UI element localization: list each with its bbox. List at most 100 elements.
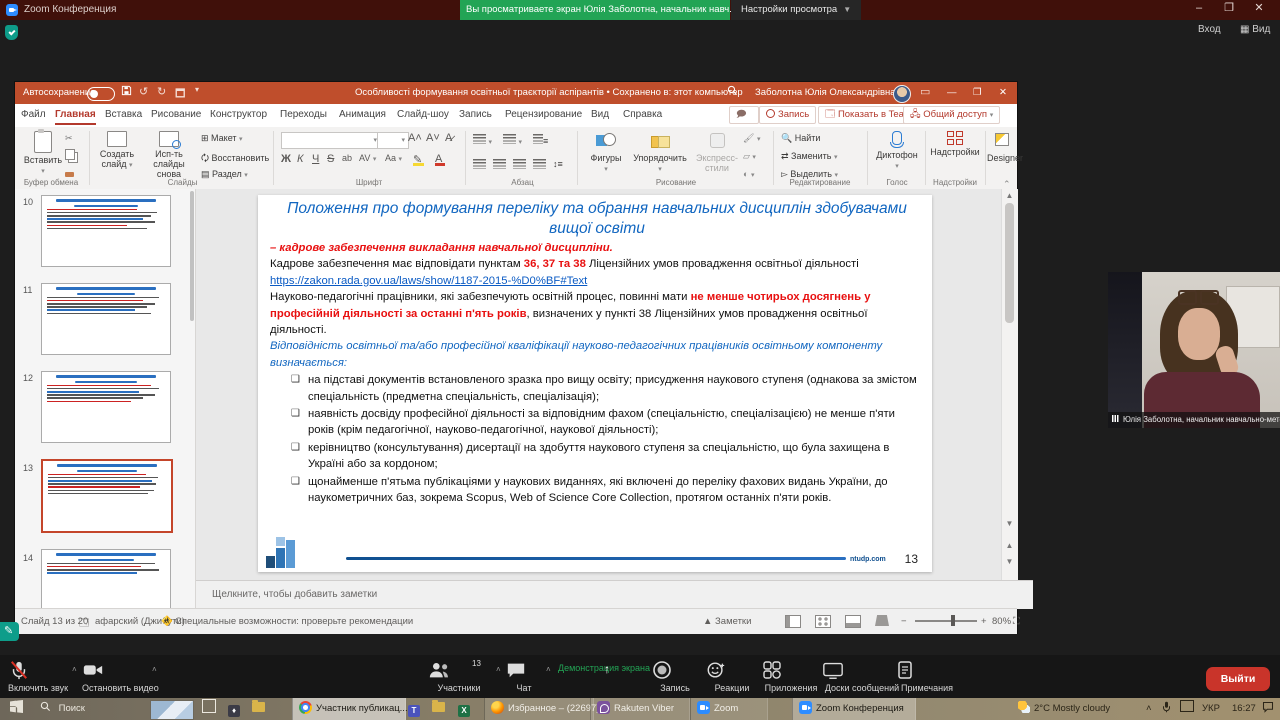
quick-access-more-icon[interactable]: ▾ bbox=[195, 85, 199, 94]
dictate-button[interactable]: Диктофон▾ bbox=[873, 131, 921, 170]
tab-design[interactable]: Конструктор bbox=[210, 109, 267, 120]
chat-button[interactable]: Чат bbox=[506, 660, 542, 693]
font-name-select[interactable]: ▾ bbox=[281, 132, 381, 149]
clear-format-button[interactable]: A̷ bbox=[445, 132, 452, 144]
highlight-button[interactable]: ✎ bbox=[413, 153, 424, 166]
task-view-button[interactable] bbox=[202, 698, 216, 720]
reading-view-button[interactable] bbox=[845, 615, 861, 628]
change-case-button[interactable]: Aa ▾ bbox=[385, 153, 402, 163]
find-button[interactable]: 🔍 Найти bbox=[781, 133, 820, 144]
line-spacing-button[interactable]: ↕≡ bbox=[553, 159, 563, 169]
scroll-thumb[interactable] bbox=[1005, 203, 1014, 323]
leave-meeting-button[interactable]: Выйти bbox=[1206, 667, 1270, 691]
participants-options-chevron[interactable]: ˄ bbox=[496, 665, 501, 674]
notes-pane[interactable]: Щелкните, чтобы добавить заметки bbox=[196, 580, 1033, 609]
redo-icon[interactable]: ↻ bbox=[157, 85, 166, 98]
save-icon[interactable] bbox=[121, 85, 132, 96]
mute-options-chevron[interactable]: ˄ bbox=[72, 665, 77, 674]
layout-button[interactable]: ⊞ Макет ▾ bbox=[201, 133, 243, 144]
tab-draw[interactable]: Рисование bbox=[151, 109, 201, 120]
tab-home[interactable]: Главная bbox=[55, 109, 96, 125]
view-settings-button[interactable]: Настройки просмотра▼ bbox=[731, 0, 861, 20]
align-right-button[interactable] bbox=[513, 159, 526, 171]
reactions-button[interactable]: Реакции bbox=[706, 660, 758, 693]
copy-icon[interactable] bbox=[65, 149, 75, 162]
align-center-button[interactable] bbox=[493, 159, 506, 171]
previous-slide-icon[interactable]: ▲ bbox=[1004, 541, 1015, 550]
indent-buttons[interactable]: ≡ bbox=[533, 134, 548, 146]
scroll-down-icon[interactable]: ▼ bbox=[1004, 519, 1015, 528]
shape-outline-icon[interactable]: ▱ ▾ bbox=[743, 151, 756, 162]
tab-review[interactable]: Рецензирование bbox=[505, 109, 582, 120]
zoom-in-button[interactable]: + bbox=[981, 616, 987, 627]
tab-transitions[interactable]: Переходы bbox=[280, 109, 327, 120]
canvas-scrollbar[interactable]: ▲ ▼ ▲ ▼ bbox=[1001, 189, 1018, 580]
zoom-out-button[interactable]: − bbox=[901, 616, 907, 627]
file-explorer-icon[interactable] bbox=[252, 698, 265, 720]
stop-video-button[interactable]: Остановить видео bbox=[82, 660, 146, 693]
normal-view-button[interactable] bbox=[785, 615, 801, 628]
paste-button[interactable]: Вставить▾ bbox=[23, 131, 63, 175]
replace-button[interactable]: ⇄ Заменить ▾ bbox=[781, 151, 838, 162]
view-button[interactable]: ▦ Вид bbox=[1240, 24, 1270, 35]
scroll-up-icon[interactable]: ▲ bbox=[1004, 191, 1015, 200]
cut-icon[interactable]: ✂ bbox=[65, 133, 73, 144]
weather-widget-image[interactable] bbox=[150, 700, 194, 720]
ppt-close-button[interactable]: ✕ bbox=[999, 87, 1007, 98]
slide-hyperlink[interactable]: https://zakon.rada.gov.ua/laws/show/1187… bbox=[270, 275, 587, 287]
chat-options-chevron[interactable]: ˄ bbox=[546, 665, 551, 674]
taskbar-app-zoom[interactable]: Zoom bbox=[690, 698, 768, 720]
autosave-toggle[interactable] bbox=[87, 87, 115, 101]
share-access-button[interactable]: 🖧 Общий доступ ▾ bbox=[903, 106, 1000, 124]
taskbar-app-chrome[interactable]: Участник публикац... bbox=[292, 698, 406, 720]
weather-tray[interactable]: 2°C Mostly cloudy bbox=[1018, 698, 1110, 720]
slide-thumbnail-10[interactable] bbox=[41, 195, 171, 267]
taskbar-app-teams[interactable]: T bbox=[408, 698, 420, 720]
numbering-button[interactable]: ▾ bbox=[503, 134, 522, 146]
underline-button[interactable]: Ч bbox=[312, 153, 319, 165]
video-options-chevron[interactable]: ˄ bbox=[152, 665, 157, 674]
reset-button[interactable]: 🗘 Восстановить bbox=[201, 151, 269, 167]
tab-animations[interactable]: Анимация bbox=[339, 109, 386, 120]
font-color-button[interactable]: А bbox=[435, 153, 445, 166]
record-button[interactable]: Запись bbox=[652, 660, 698, 693]
tray-clock[interactable]: 16:27 bbox=[1232, 698, 1256, 720]
webcam-video-tile[interactable]: Юлія Заболотна, начальник навчально-мето… bbox=[1108, 272, 1280, 428]
ribbon-display-icon[interactable]: ▭ bbox=[920, 85, 930, 98]
designer-button[interactable]: Designer bbox=[987, 131, 1017, 163]
zoom-slider-handle[interactable] bbox=[951, 615, 955, 626]
taskbar-app-explorer[interactable] bbox=[432, 698, 445, 720]
mute-button[interactable]: Включить звук bbox=[8, 660, 64, 693]
slide-thumbnail-13-selected[interactable] bbox=[41, 459, 173, 533]
signin-button[interactable]: Вход bbox=[1198, 24, 1221, 35]
notification-center-icon[interactable] bbox=[1262, 698, 1274, 720]
notes-toggle-button[interactable]: ▲ Заметки bbox=[703, 616, 751, 627]
slide-thumbnail-11[interactable] bbox=[41, 283, 171, 355]
addins-button[interactable]: Надстройки bbox=[929, 131, 981, 157]
ppt-record-button[interactable]: Запись bbox=[759, 106, 816, 124]
search-icon[interactable] bbox=[727, 85, 738, 96]
tray-display-icon[interactable] bbox=[1180, 698, 1194, 720]
tab-slideshow[interactable]: Слайд-шоу bbox=[397, 109, 449, 120]
italic-button[interactable]: К bbox=[297, 153, 303, 165]
justify-button[interactable] bbox=[533, 159, 546, 171]
minimize-button[interactable]: – bbox=[1186, 0, 1212, 18]
present-icon[interactable]: 🗖 bbox=[175, 85, 185, 104]
zoom-slider-track[interactable] bbox=[915, 620, 977, 622]
maximize-button[interactable]: ❐ bbox=[1216, 0, 1242, 18]
char-spacing-button[interactable]: AV ▾ bbox=[359, 153, 376, 163]
align-left-button[interactable] bbox=[473, 159, 486, 171]
shape-fill-icon[interactable]: 🖌 ▾ bbox=[743, 133, 760, 144]
text-shadow-button[interactable]: ab bbox=[342, 153, 352, 163]
shrink-font-button[interactable]: A˅ bbox=[426, 132, 440, 144]
new-slide-button[interactable]: Создать слайд ▾ bbox=[95, 131, 139, 169]
zoom-level[interactable]: 80% bbox=[992, 616, 1011, 627]
taskbar-app-zoom-meeting[interactable]: Zoom Конференция bbox=[792, 698, 916, 720]
slide-thumbnail-14[interactable] bbox=[41, 549, 171, 608]
taskbar-search[interactable]: Поиск bbox=[40, 698, 85, 720]
next-slide-icon[interactable]: ▼ bbox=[1004, 557, 1015, 566]
tab-file[interactable]: Файл bbox=[21, 109, 46, 120]
user-avatar[interactable] bbox=[893, 85, 911, 103]
annotation-pencil-badge[interactable] bbox=[0, 622, 19, 641]
slide-sorter-view-button[interactable] bbox=[815, 615, 831, 628]
